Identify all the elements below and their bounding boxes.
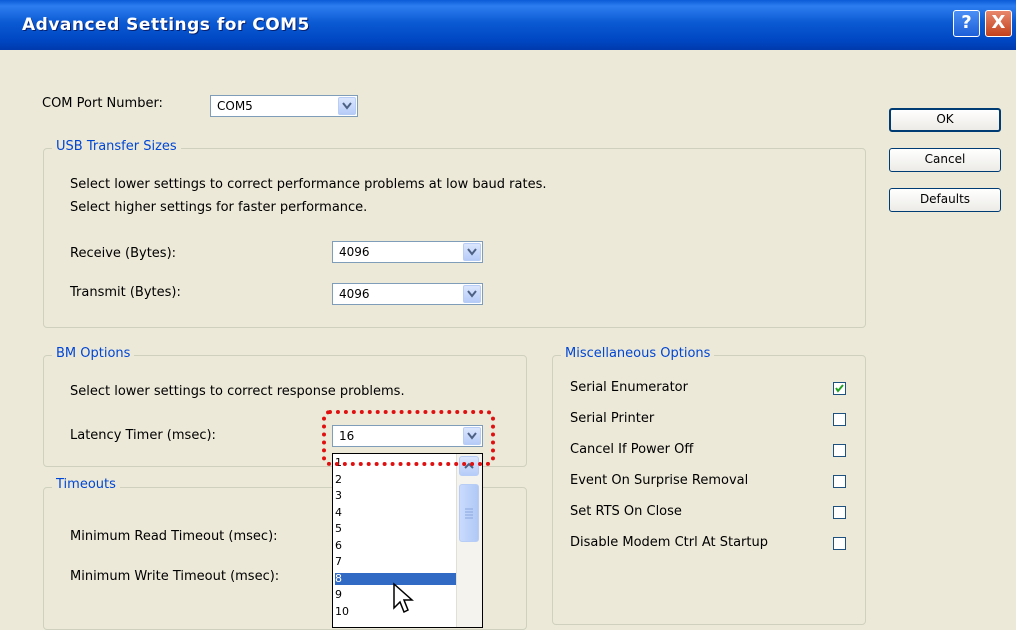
usb-transfer-line2: Select higher settings for faster perfor… <box>70 200 368 215</box>
chevron-down-icon[interactable] <box>463 243 481 261</box>
scroll-thumb[interactable] <box>459 484 479 542</box>
com-port-select[interactable]: COM5 <box>210 95 358 117</box>
misc-option-label: Event On Surprise Removal <box>570 473 749 488</box>
transmit-label: Transmit (Bytes): <box>70 285 181 300</box>
usb-transfer-line1: Select lower settings to correct perform… <box>70 177 547 192</box>
misc-options-group <box>552 355 866 625</box>
ok-button[interactable]: OK <box>889 108 1001 132</box>
com-port-value: COM5 <box>217 99 253 113</box>
close-button[interactable]: X <box>985 10 1012 37</box>
misc-option-checkbox[interactable] <box>833 537 846 550</box>
close-icon: X <box>991 12 1006 33</box>
title-bar[interactable]: Advanced Settings for COM5 ? X <box>0 0 1016 50</box>
com-port-label: COM Port Number: <box>42 96 163 111</box>
receive-value: 4096 <box>339 245 370 259</box>
bm-options-legend: BM Options <box>52 346 135 361</box>
misc-option-checkbox[interactable] <box>833 413 846 426</box>
transmit-value: 4096 <box>339 287 370 301</box>
misc-option-label: Set RTS On Close <box>570 504 682 519</box>
receive-label: Receive (Bytes): <box>70 246 177 261</box>
misc-option-checkbox[interactable] <box>833 382 846 395</box>
write-timeout-label: Minimum Write Timeout (msec): <box>70 569 280 584</box>
latency-label: Latency Timer (msec): <box>70 428 216 443</box>
bm-options-description: Select lower settings to correct respons… <box>70 384 405 399</box>
misc-option-label: Serial Enumerator <box>570 380 688 395</box>
chevron-down-icon[interactable] <box>338 97 356 115</box>
misc-option-label: Cancel If Power Off <box>570 442 694 457</box>
timeouts-legend: Timeouts <box>52 477 120 492</box>
misc-option-checkbox[interactable] <box>833 506 846 519</box>
highlight-annotation <box>322 410 495 466</box>
dropdown-scrollbar[interactable] <box>456 454 482 627</box>
help-button[interactable]: ? <box>953 10 980 37</box>
latency-option[interactable]: 7 <box>335 556 456 568</box>
latency-option[interactable]: 5 <box>335 523 456 535</box>
chevron-down-icon[interactable] <box>463 285 481 303</box>
defaults-button[interactable]: Defaults <box>889 188 1001 212</box>
latency-option[interactable]: 2 <box>335 473 456 486</box>
receive-select[interactable]: 4096 <box>332 241 483 263</box>
mouse-cursor-icon <box>393 582 414 614</box>
transmit-select[interactable]: 4096 <box>332 283 483 305</box>
check-icon <box>835 384 844 393</box>
latency-option[interactable]: 3 <box>335 490 456 502</box>
misc-option-label: Disable Modem Ctrl At Startup <box>570 535 768 550</box>
misc-options-legend: Miscellaneous Options <box>561 346 715 361</box>
help-icon: ? <box>961 12 972 33</box>
misc-option-checkbox[interactable] <box>833 444 846 457</box>
latency-option[interactable]: 4 <box>335 506 456 519</box>
window-title: Advanced Settings for COM5 <box>22 15 310 35</box>
read-timeout-label: Minimum Read Timeout (msec): <box>70 529 278 544</box>
grip-icon <box>465 508 473 519</box>
misc-option-checkbox[interactable] <box>833 475 846 488</box>
usb-transfer-legend: USB Transfer Sizes <box>52 139 181 154</box>
cancel-button[interactable]: Cancel <box>889 148 1001 172</box>
latency-option[interactable]: 6 <box>335 539 456 552</box>
misc-option-label: Serial Printer <box>570 411 655 426</box>
